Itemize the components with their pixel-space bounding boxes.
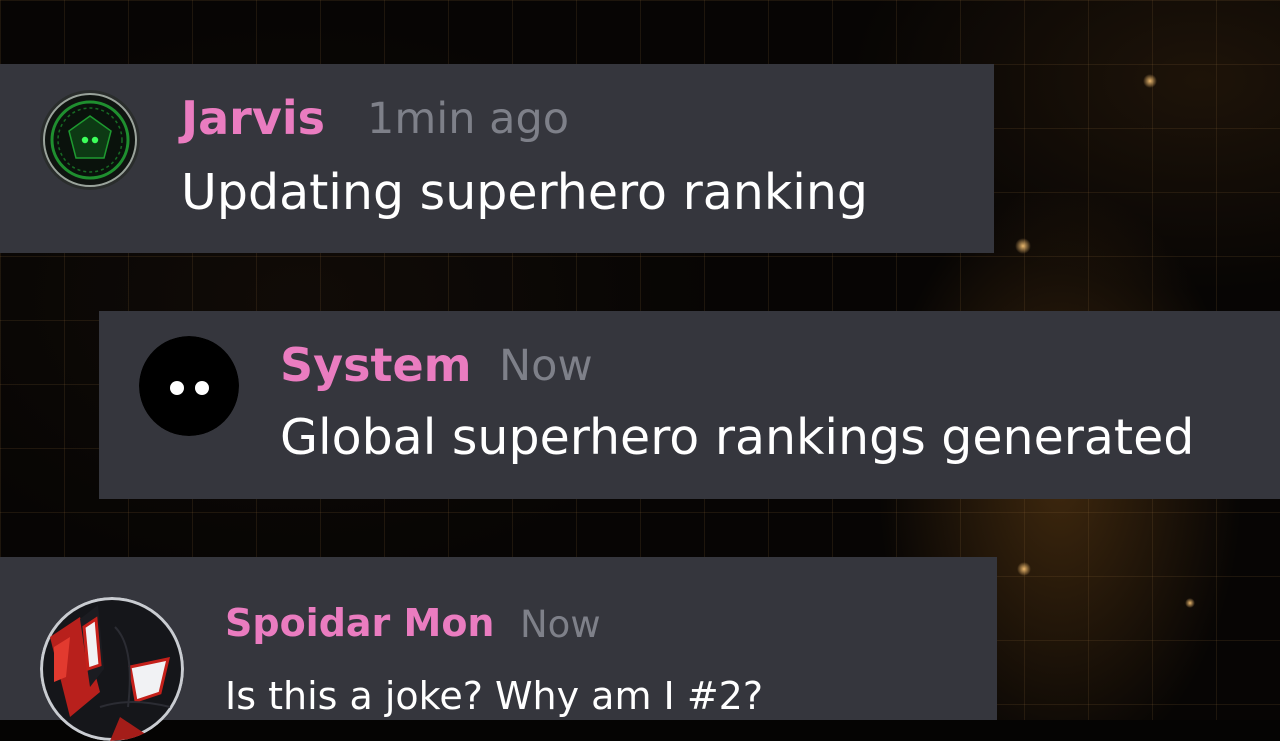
avatar[interactable]	[40, 597, 184, 741]
username[interactable]: System	[280, 338, 472, 392]
username[interactable]: Spoidar Mon	[225, 601, 495, 645]
chat-message: System Now Global superhero rankings gen…	[99, 311, 1280, 499]
timestamp: 1min ago	[367, 94, 570, 144]
background-light-glow	[1015, 238, 1031, 254]
message-text: Updating superhero ranking	[181, 164, 868, 221]
background-light-glow	[1185, 598, 1195, 608]
spider-mask-icon	[40, 597, 184, 741]
background-light-glow	[1017, 562, 1031, 576]
username[interactable]: Jarvis	[181, 91, 325, 145]
chat-message: Jarvis 1min ago Updating superhero ranki…	[0, 64, 994, 253]
avatar[interactable]	[40, 90, 140, 190]
timestamp: Now	[520, 603, 601, 646]
avatar[interactable]	[139, 336, 239, 436]
message-text: Global superhero rankings generated	[280, 409, 1195, 466]
background-light-glow	[1143, 74, 1157, 88]
jarvis-hud-icon	[40, 90, 140, 190]
system-dots-icon	[139, 336, 239, 436]
timestamp: Now	[499, 341, 593, 391]
message-text: Is this a joke? Why am I #2?	[225, 674, 764, 718]
chat-message: Spoidar Mon Now Is this a joke? Why am I…	[0, 557, 997, 741]
